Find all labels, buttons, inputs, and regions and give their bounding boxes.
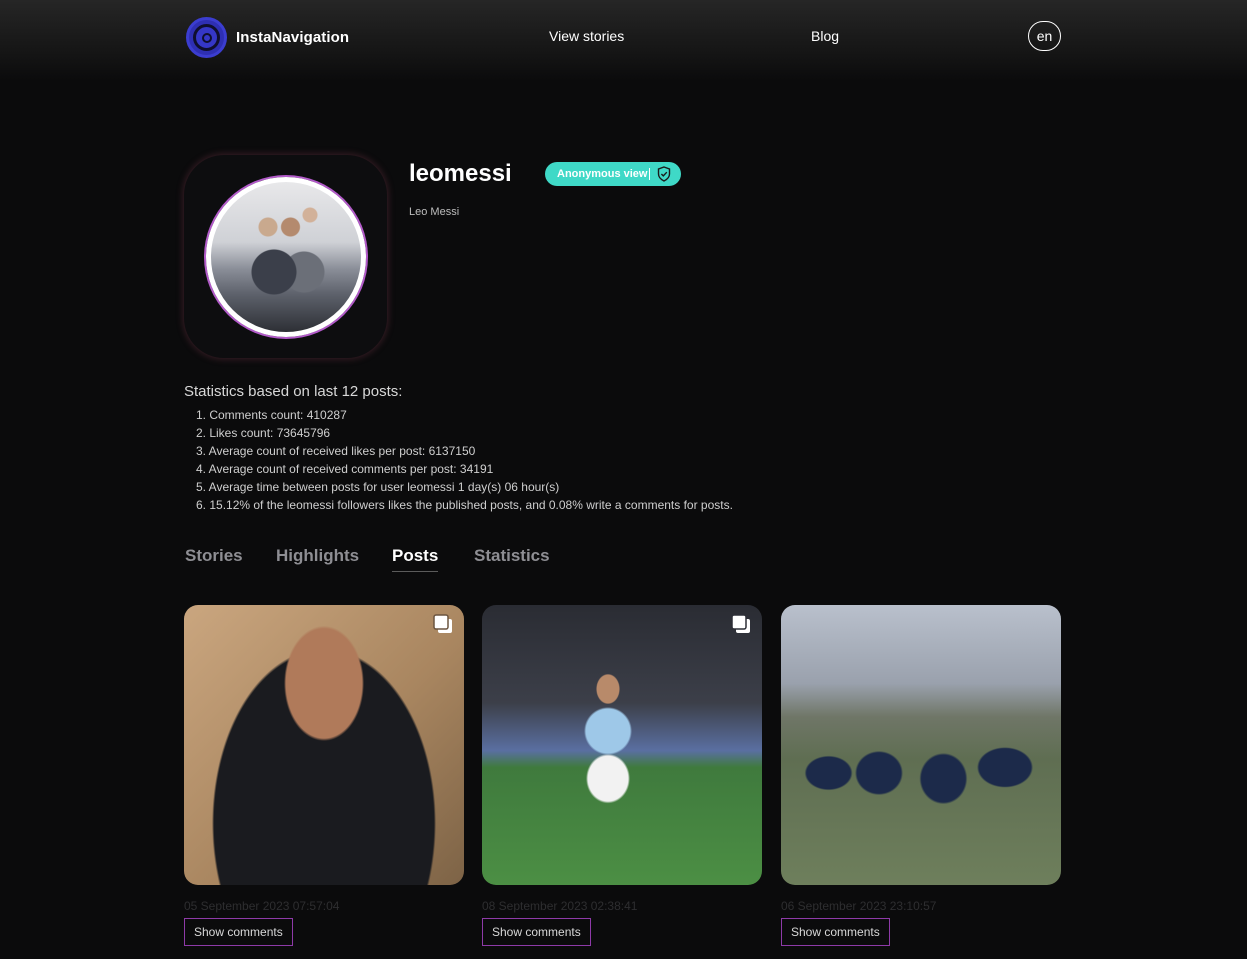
tab-posts[interactable]: Posts [392,546,439,572]
post-card: 06 September 2023 23:10:57 Show comments [781,605,1061,946]
stat-engagement: 6. 15.12% of the leomessi followers like… [196,498,733,512]
stat-avg-comments: 4. Average count of received comments pe… [196,462,494,476]
statistics-list: 1. Comments count: 410287 2. Likes count… [196,407,733,515]
anonymous-view-badge: Anonymous view [545,162,681,186]
profile-username: leomessi [409,160,512,187]
profile-avatar [205,176,366,337]
statistics-title: Statistics based on last 12 posts: [184,383,403,400]
post-card: 08 September 2023 02:38:41 Show comments [482,605,762,946]
post-card: 05 September 2023 07:57:04 Show comments [184,605,464,946]
post-image[interactable] [781,605,1061,885]
language-selector[interactable]: en [1028,21,1061,51]
brand-logo[interactable]: InstaNavigation [186,17,349,58]
show-comments-button[interactable]: Show comments [482,918,591,946]
top-navbar: InstaNavigation View stories Blog en [0,0,1247,80]
nav-view-stories[interactable]: View stories [549,28,624,44]
stat-likes-count: 2. Likes count: 73645796 [196,426,331,440]
post-image[interactable] [482,605,762,885]
nav-blog[interactable]: Blog [811,28,839,44]
post-date: 06 September 2023 23:10:57 [781,899,937,913]
post-date: 08 September 2023 02:38:41 [482,899,638,913]
logo-icon [186,17,227,58]
shield-check-icon [657,166,671,182]
anonymous-view-label: Anonymous view [557,168,648,180]
tab-statistics[interactable]: Statistics [474,546,550,566]
tab-highlights[interactable]: Highlights [276,546,359,566]
post-date: 05 September 2023 07:57:04 [184,899,340,913]
carousel-icon [731,614,750,633]
profile-full-name: Leo Messi [409,206,460,218]
show-comments-button[interactable]: Show comments [781,918,890,946]
tab-stories[interactable]: Stories [185,546,243,566]
show-comments-button[interactable]: Show comments [184,918,293,946]
stat-avg-likes: 3. Average count of received likes per p… [196,444,476,458]
stat-comments-count: 1. Comments count: 410287 [196,408,347,422]
carousel-icon [433,614,452,633]
post-image[interactable] [184,605,464,885]
stat-avg-time: 5. Average time between posts for user l… [196,480,560,494]
avatar-card [184,155,387,358]
brand-name: InstaNavigation [236,29,350,46]
